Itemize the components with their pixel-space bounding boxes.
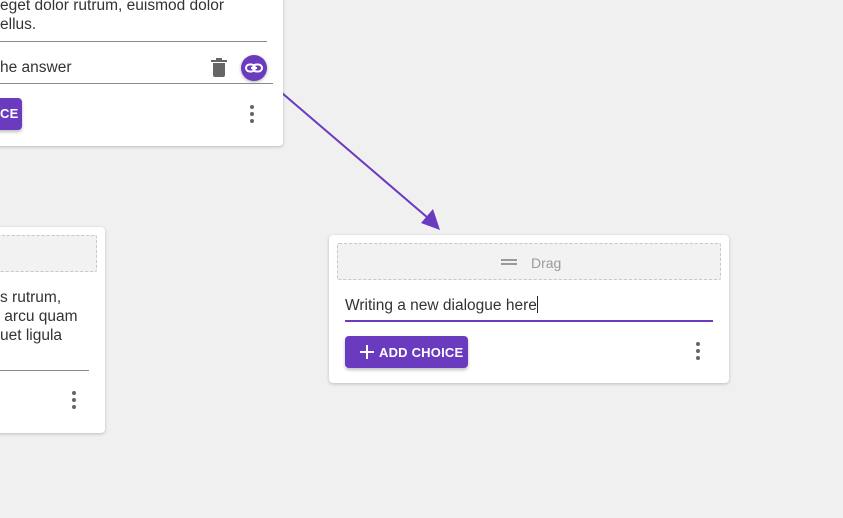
text-underline [0,370,89,371]
link-icon [245,63,263,73]
dialogue-text-line: arcu quam [0,308,78,325]
dialogue-text-line: s rutrum, [0,289,62,306]
dialogue-input-value: Writing a new dialogue here [345,297,537,314]
drag-handle-icon [501,258,517,266]
dialogue-input[interactable]: Writing a new dialogue here [345,296,538,315]
drag-handle[interactable] [0,235,97,272]
add-choice-label: CE [0,106,19,121]
drag-label: Drag [531,255,562,271]
text-underline [0,41,267,42]
add-choice-label: ADD CHOICE [379,345,464,360]
input-underline-active [345,320,713,322]
more-options-icon[interactable] [249,105,255,123]
dialogue-text-line: uet ligula [0,327,63,344]
dialogue-card-new: Drag Writing a new dialogue here ADD CHO… [329,235,729,383]
add-choice-button[interactable]: CE [0,98,22,130]
choice-text[interactable]: he answer [0,58,72,77]
dialogue-card-top: eget dolor rutrum, euismod dolor ellus. … [0,0,283,146]
text-cursor [536,296,538,313]
plus-icon [360,345,374,359]
choice-underline [0,83,273,84]
link-choice-button[interactable] [241,55,267,81]
drag-handle[interactable]: Drag [337,243,721,280]
dialogue-card-left: s rutrum, arcu quam uet ligula [0,227,105,433]
arrowhead [421,209,440,230]
more-options-icon[interactable] [695,342,701,360]
delete-choice-icon[interactable] [210,58,228,78]
dialogue-text-line: ellus. [0,16,37,33]
more-options-icon[interactable] [71,391,77,409]
add-choice-button[interactable]: ADD CHOICE [345,336,468,368]
dialogue-text-line: eget dolor rutrum, euismod dolor [0,0,225,14]
